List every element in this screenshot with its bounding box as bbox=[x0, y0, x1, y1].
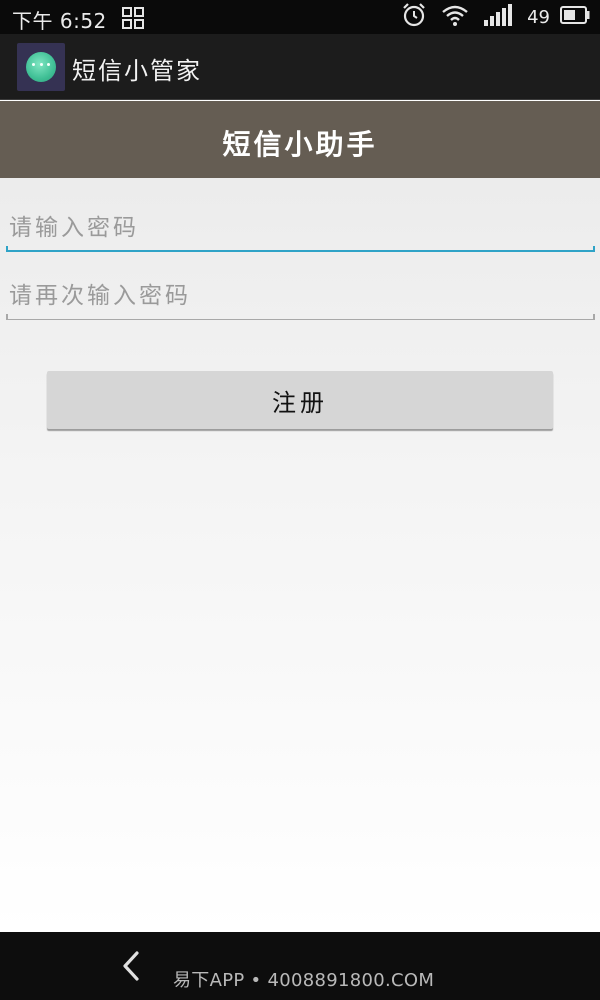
register-form: 注册 bbox=[0, 178, 600, 932]
status-icons: 49 bbox=[387, 2, 590, 32]
navigation-bar: 易下APP • 4008891800.COM bbox=[0, 932, 600, 1000]
grid-icon bbox=[122, 7, 144, 29]
battery-icon bbox=[560, 6, 590, 28]
password-underline bbox=[6, 246, 595, 252]
alarm-clock-icon bbox=[401, 2, 427, 32]
confirm-password-input[interactable] bbox=[6, 276, 595, 316]
screen: 下午 6:52 49 短信小管家 短信小助手 注册 易下APP • 400889… bbox=[0, 0, 600, 1000]
status-bar: 下午 6:52 49 bbox=[0, 0, 600, 34]
register-button[interactable]: 注册 bbox=[47, 371, 553, 429]
chat-bubble-icon[interactable] bbox=[17, 43, 65, 91]
header-band: 短信小助手 bbox=[0, 101, 600, 178]
battery-level: 49 bbox=[527, 6, 550, 28]
chevron-left-icon[interactable] bbox=[120, 950, 142, 982]
confirm-password-underline bbox=[6, 314, 595, 320]
password-field-container bbox=[6, 208, 595, 252]
confirm-password-field-container bbox=[6, 276, 595, 320]
watermark-text: 易下APP • 4008891800.COM bbox=[173, 970, 435, 991]
password-input[interactable] bbox=[6, 208, 595, 248]
wifi-icon bbox=[441, 3, 469, 31]
app-title: 短信小管家 bbox=[72, 57, 202, 85]
signal-icon bbox=[483, 4, 513, 30]
action-bar: 短信小管家 bbox=[0, 34, 600, 100]
page-title: 短信小助手 bbox=[222, 128, 378, 161]
status-time: 下午 6:52 bbox=[12, 9, 107, 33]
